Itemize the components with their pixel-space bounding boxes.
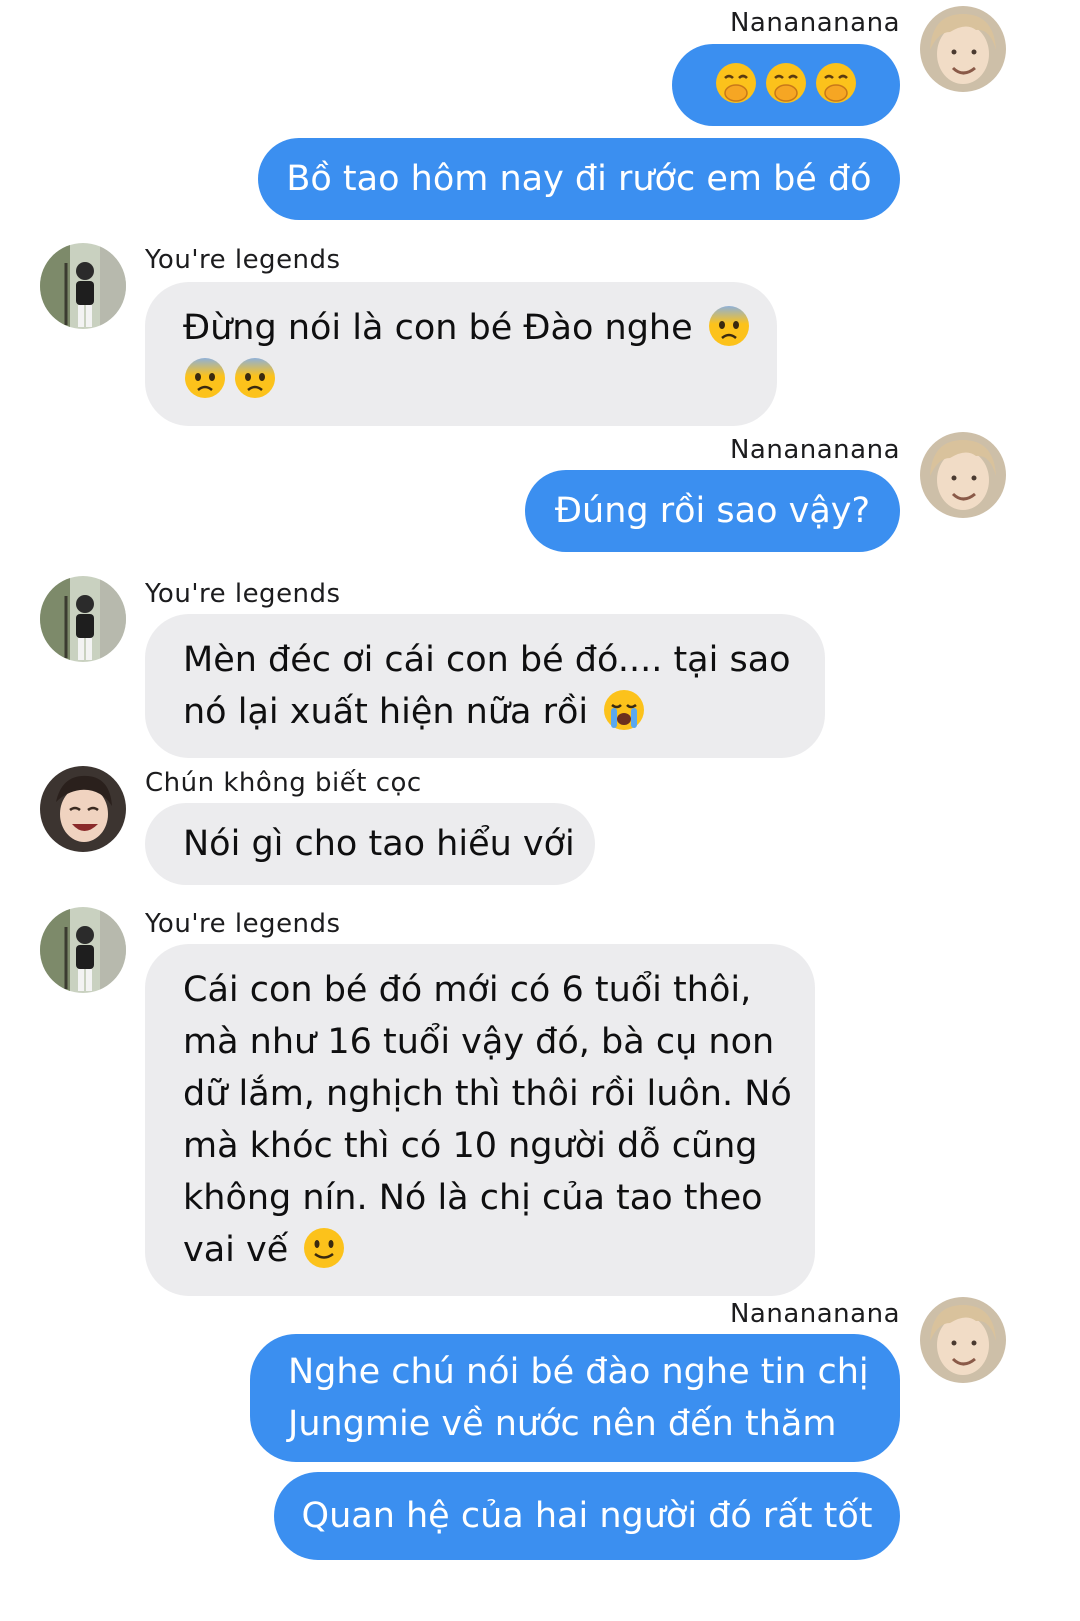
fearful-face-icon xyxy=(233,356,277,400)
slightly-smiling-face-icon xyxy=(302,1226,346,1270)
message-bubble-outgoing[interactable] xyxy=(672,44,900,126)
avatar-legends[interactable] xyxy=(40,243,126,329)
sender-name: You're legends xyxy=(145,245,341,275)
fearful-face-icon xyxy=(707,304,751,348)
message-bubble-incoming[interactable]: Nói gì cho tao hiểu với xyxy=(145,803,595,885)
message-bubble-incoming[interactable]: Mèn đéc ơi cái con bé đó.... tại sao nó … xyxy=(145,614,825,758)
message-text: mà khóc thì có 10 người dỗ cũng xyxy=(183,1126,758,1166)
message-text: Jungmie về nước nên đến thăm xyxy=(288,1404,837,1444)
avatar-me[interactable] xyxy=(920,432,1006,518)
message-bubble-incoming[interactable]: Cái con bé đó mới có 6 tuổi thôi, mà như… xyxy=(145,944,815,1296)
message-text: Nghe chú nói bé đào nghe tin chị xyxy=(288,1352,869,1392)
avatar-standing-figure-icon xyxy=(40,576,126,662)
message-text: Bồ tao hôm nay đi rước em bé đó xyxy=(286,159,872,199)
message-bubble-outgoing[interactable]: Nghe chú nói bé đào nghe tin chị Jungmie… xyxy=(250,1334,900,1462)
message-text: nó lại xuất hiện nữa rồi xyxy=(183,692,589,732)
avatar-legends[interactable] xyxy=(40,576,126,662)
message-text: Đừng nói là con bé Đào nghe xyxy=(183,308,693,348)
message-bubble-outgoing[interactable]: Quan hệ của hai người đó rất tốt xyxy=(274,1472,900,1560)
loudly-crying-face-icon xyxy=(602,688,646,732)
message-bubble-outgoing[interactable]: Đúng rồi sao vậy? xyxy=(525,470,900,552)
message-bubble-outgoing[interactable]: Bồ tao hôm nay đi rước em bé đó xyxy=(258,138,900,220)
avatar-blond-portrait-icon xyxy=(920,432,1006,518)
avatar-me[interactable] xyxy=(920,1297,1006,1383)
sender-name: Nanananana xyxy=(729,1299,900,1329)
message-text: không nín. Nó là chị của tao theo xyxy=(183,1178,763,1218)
message-text: mà như 16 tuổi vậy đó, bà cụ non xyxy=(183,1022,775,1062)
face-with-hand-over-mouth-icon xyxy=(714,61,758,105)
avatar-blond-portrait-icon xyxy=(920,6,1006,92)
sender-name: Nanananana xyxy=(729,8,900,38)
message-text: Quan hệ của hai người đó rất tốt xyxy=(301,1496,873,1536)
avatar-standing-figure-icon xyxy=(40,907,126,993)
message-text: Nói gì cho tao hiểu với xyxy=(183,824,575,864)
message-text: Đúng rồi sao vậy? xyxy=(554,491,871,531)
avatar-me[interactable] xyxy=(920,6,1006,92)
message-bubble-incoming[interactable]: Đừng nói là con bé Đào nghe xyxy=(145,282,777,426)
face-with-hand-over-mouth-icon xyxy=(814,61,858,105)
face-with-hand-over-mouth-icon xyxy=(764,61,808,105)
sender-name: You're legends xyxy=(145,579,341,609)
avatar-laughing-face-icon xyxy=(40,766,126,852)
fearful-face-icon xyxy=(183,356,227,400)
sender-name: You're legends xyxy=(145,909,341,939)
message-text: Cái con bé đó mới có 6 tuổi thôi, xyxy=(183,970,752,1010)
avatar-chun[interactable] xyxy=(40,766,126,852)
sender-name: Chún không biết cọc xyxy=(145,768,422,798)
sender-name: Nanananana xyxy=(729,435,900,465)
message-text: dữ lắm, nghịch thì thôi rồi luôn. Nó xyxy=(183,1074,792,1114)
avatar-blond-portrait-icon xyxy=(920,1297,1006,1383)
message-text: Mèn đéc ơi cái con bé đó.... tại sao xyxy=(183,640,791,680)
avatar-legends[interactable] xyxy=(40,907,126,993)
message-text: vai vế xyxy=(183,1230,289,1270)
avatar-standing-figure-icon xyxy=(40,243,126,329)
